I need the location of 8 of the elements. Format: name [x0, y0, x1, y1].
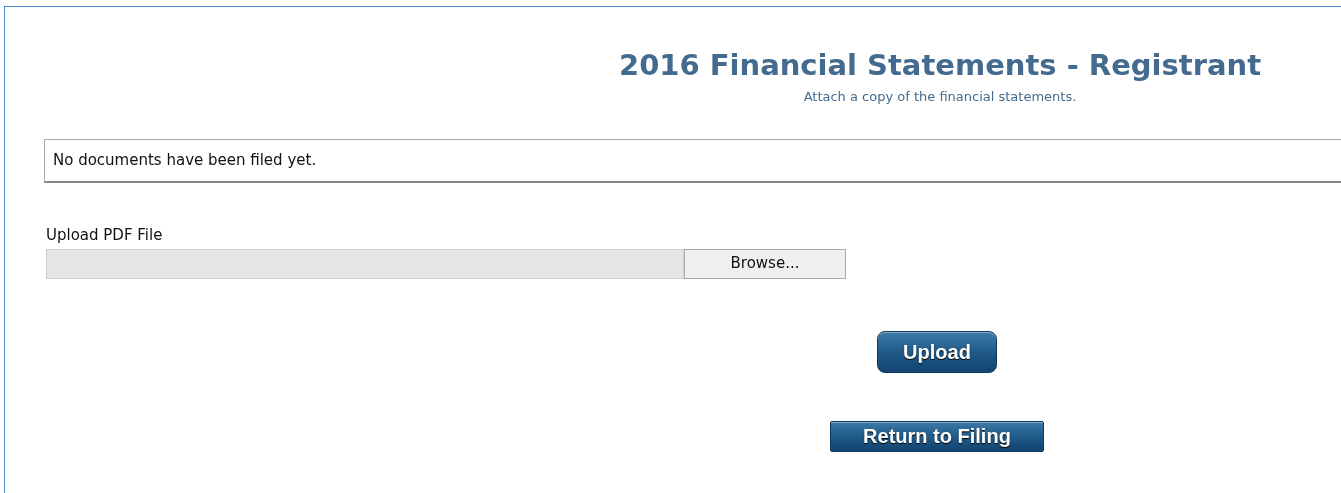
- page-subtitle: Attach a copy of the financial statements.: [803, 88, 1077, 106]
- page-title: 2016 Financial Statements - Registrant: [618, 47, 1262, 83]
- documents-message: No documents have been filed yet.: [53, 149, 317, 171]
- browse-button[interactable]: Browse...: [684, 248, 846, 279]
- return-to-filing-button[interactable]: Return to Filing: [830, 420, 1044, 452]
- file-path-field[interactable]: [46, 248, 684, 279]
- upload-button[interactable]: Upload: [877, 330, 997, 373]
- upload-label: Upload PDF File: [46, 224, 164, 245]
